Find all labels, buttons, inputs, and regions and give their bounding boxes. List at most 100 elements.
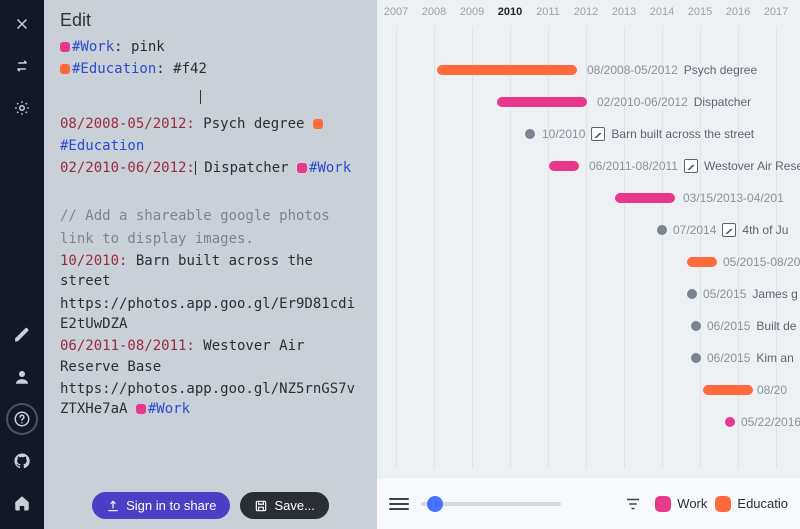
- save-button[interactable]: Save...: [240, 492, 328, 519]
- event-dot[interactable]: [691, 353, 701, 363]
- editor-panel: Edit #Work: pink #Education: #f42 08/200…: [44, 0, 377, 529]
- event-text: James g: [752, 287, 797, 301]
- event-text: Dispatcher: [694, 95, 751, 109]
- upload-icon: [106, 499, 120, 513]
- timeline-row[interactable]: 05/2015-08/2015: [377, 252, 800, 272]
- timeline-row[interactable]: 06/2015 Kim an: [377, 348, 800, 368]
- zoom-slider-input[interactable]: [421, 502, 561, 506]
- event-dot[interactable]: [525, 129, 535, 139]
- event-text: Psych degree: [684, 63, 757, 77]
- timeline-row[interactable]: 05/22/2016: [377, 412, 800, 432]
- close-icon[interactable]: [8, 10, 36, 38]
- event-bar[interactable]: [703, 385, 753, 395]
- year-axis[interactable]: 2007200820092010201120122013201420152016…: [377, 0, 800, 22]
- event-label: 02/2010-06/2012 Dispatcher: [597, 95, 751, 109]
- event-dot[interactable]: [725, 417, 735, 427]
- event-bar[interactable]: [497, 97, 587, 107]
- event-date: 05/22/2016: [741, 415, 800, 429]
- text-cursor: [200, 90, 201, 104]
- event-date: 08/20: [757, 383, 787, 397]
- filter-icon[interactable]: [623, 494, 643, 514]
- help-icon[interactable]: [8, 405, 36, 433]
- chip-orange: [60, 64, 70, 74]
- menu-icon[interactable]: [389, 498, 409, 510]
- event-date: 10/2010: [542, 127, 585, 141]
- chip-pink: [60, 42, 70, 52]
- year-label[interactable]: 2012: [567, 6, 605, 18]
- zoom-slider[interactable]: [421, 502, 561, 506]
- timeline-row[interactable]: 06/2011-08/2011 Westover Air Reser: [377, 156, 800, 176]
- event-date: 06/2015: [707, 351, 750, 365]
- year-label[interactable]: 2010: [491, 6, 529, 18]
- legend-chip: [715, 496, 731, 512]
- year-label[interactable]: 2011: [529, 6, 567, 18]
- save-label: Save...: [274, 498, 314, 513]
- event-dot[interactable]: [657, 225, 667, 235]
- legend-label: Work: [677, 496, 707, 511]
- timeline-row[interactable]: 02/2010-06/2012 Dispatcher: [377, 92, 800, 112]
- editor-title: Edit: [44, 0, 377, 37]
- event-bar[interactable]: [687, 257, 717, 267]
- legend: Work Educatio: [655, 496, 788, 512]
- event-date: 02/2010-06/2012: [597, 95, 688, 109]
- year-label[interactable]: 2009: [453, 6, 491, 18]
- year-label[interactable]: 2016: [719, 6, 757, 18]
- event-date: 06/2011-08/2011: [589, 159, 678, 173]
- timeline-row[interactable]: 05/2015 James g: [377, 284, 800, 304]
- event-label: 05/22/2016: [741, 415, 800, 429]
- brightness-icon[interactable]: [8, 94, 36, 122]
- pencil-icon[interactable]: [8, 321, 36, 349]
- signin-button[interactable]: Sign in to share: [92, 492, 230, 519]
- timeline-row[interactable]: 06/2015Built de: [377, 316, 800, 336]
- event-label: 07/2014 4th of Ju: [673, 223, 788, 237]
- chip-pink: [136, 404, 146, 414]
- github-icon[interactable]: [8, 447, 36, 475]
- event-bar[interactable]: [549, 161, 579, 171]
- home-icon[interactable]: [8, 489, 36, 517]
- person-icon[interactable]: [8, 363, 36, 391]
- event-dot[interactable]: [691, 321, 701, 331]
- timeline-row[interactable]: 08/20: [377, 380, 800, 400]
- legend-chip: [655, 496, 671, 512]
- event-label: 03/15/2013-04/201: [683, 191, 784, 205]
- timeline-row[interactable]: 10/2010 Barn built across the street: [377, 124, 800, 144]
- event-date: 07/2014: [673, 223, 716, 237]
- event-text: 4th of Ju: [742, 223, 788, 237]
- legend-label: Educatio: [737, 496, 788, 511]
- timeline-footer: Work Educatio: [377, 477, 800, 529]
- event-label: 05/2015 James g: [703, 287, 798, 301]
- event-date: 06/2015: [707, 319, 750, 333]
- event-text: Barn built across the street: [611, 127, 754, 141]
- save-icon: [254, 499, 268, 513]
- legend-item[interactable]: Educatio: [715, 496, 788, 512]
- event-date: 03/15/2013-04/201: [683, 191, 784, 205]
- year-label[interactable]: 2013: [605, 6, 643, 18]
- timeline-row[interactable]: 07/2014 4th of Ju: [377, 220, 800, 240]
- legend-item[interactable]: Work: [655, 496, 707, 512]
- event-dot[interactable]: [687, 289, 697, 299]
- year-label[interactable]: 2018: [795, 6, 800, 18]
- event-text: Westover Air Reser: [704, 159, 800, 173]
- year-label[interactable]: 2008: [415, 6, 453, 18]
- swap-icon[interactable]: [8, 52, 36, 80]
- photo-icon: [591, 127, 605, 141]
- timeline-row[interactable]: 03/15/2013-04/201: [377, 188, 800, 208]
- year-label[interactable]: 2014: [643, 6, 681, 18]
- event-label: 05/2015-08/2015: [723, 255, 800, 269]
- year-label[interactable]: 2017: [757, 6, 795, 18]
- year-label[interactable]: 2015: [681, 6, 719, 18]
- year-label[interactable]: 2007: [377, 6, 415, 18]
- event-label: 10/2010 Barn built across the street: [542, 127, 754, 141]
- event-label: 08/2008-05/2012 Psych degree: [587, 63, 757, 77]
- event-date: 08/2008-05/2012: [587, 63, 678, 77]
- event-bar[interactable]: [437, 65, 577, 75]
- event-text: Kim an: [756, 351, 793, 365]
- event-label: 06/2015Built de: [707, 319, 796, 333]
- event-date: 05/2015: [703, 287, 746, 301]
- sidebar: [0, 0, 44, 529]
- event-bar[interactable]: [615, 193, 675, 203]
- code-area[interactable]: #Work: pink #Education: #f42 08/2008-05/…: [44, 37, 377, 529]
- photo-icon: [722, 223, 736, 237]
- timeline-row[interactable]: 08/2008-05/2012 Psych degree: [377, 60, 800, 80]
- timeline-panel: 2007200820092010201120122013201420152016…: [377, 0, 800, 529]
